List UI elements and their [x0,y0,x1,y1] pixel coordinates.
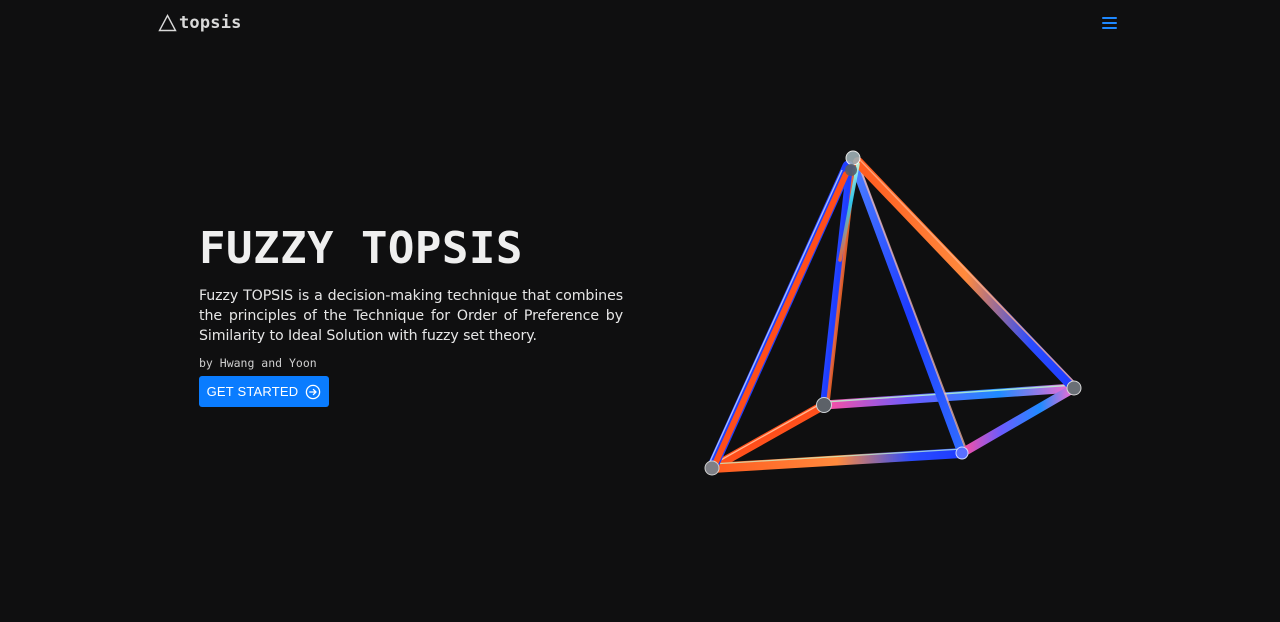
top-navbar: topsis [0,0,1280,48]
arrow-right-circle-icon [306,384,321,399]
hero-title: FUZZY TOPSIS [199,223,523,274]
hero-section: FUZZY TOPSIS Fuzzy TOPSIS is a decision-… [199,222,623,407]
get-started-label: GET STARTED [206,384,299,399]
edge-apex-front-left [706,160,854,474]
brand-logo-link[interactable]: topsis [158,13,242,33]
iridescent-glass-pyramid [704,150,1082,476]
get-started-button[interactable]: GET STARTED [199,376,329,407]
hamburger-menu-button[interactable] [1101,17,1119,31]
hero-author: by Hwang and Yoon [199,356,317,370]
brand-name: topsis [179,13,242,33]
hero-description: Fuzzy TOPSIS is a decision-making techni… [199,288,623,344]
triangle-outline-icon [158,14,177,32]
hamburger-menu-icon [1101,17,1119,29]
